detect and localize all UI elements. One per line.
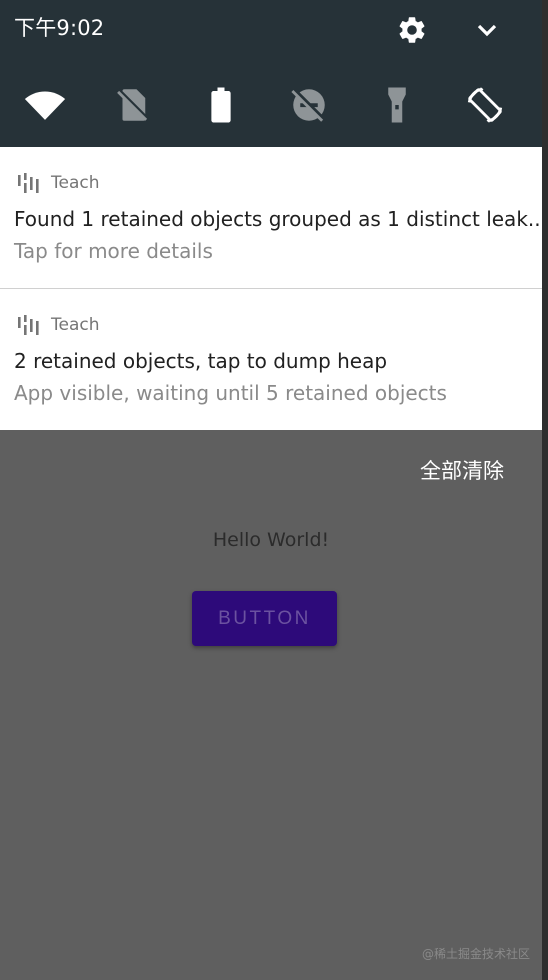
notification-title: 2 retained objects, tap to dump heap: [14, 349, 388, 373]
dnd-off-icon[interactable]: [286, 84, 332, 126]
notification-app-name: Teach: [51, 173, 100, 193]
status-time: 下午9:02: [14, 16, 105, 40]
notification-card[interactable]: Teach Found 1 retained objects grouped a…: [0, 147, 542, 288]
battery-icon[interactable]: [198, 84, 244, 126]
notification-text: App visible, waiting until 5 retained ob…: [14, 381, 447, 405]
hello-text: Hello World!: [212, 529, 330, 551]
auto-rotate-icon[interactable]: [462, 84, 508, 126]
notification-app-row: Teach: [16, 171, 100, 195]
chevron-down-icon[interactable]: [471, 14, 503, 46]
clear-all-button[interactable]: 全部清除: [420, 455, 504, 485]
notification-app-name: Teach: [51, 315, 100, 335]
notification-card[interactable]: Teach 2 retained objects, tap to dump he…: [0, 289, 542, 430]
watermark: @稀土掘金技术社区: [421, 947, 530, 961]
notification-title: Found 1 retained objects grouped as 1 di…: [14, 207, 541, 231]
app-icon: [16, 313, 40, 337]
notification-app-row: Teach: [16, 313, 100, 337]
screen-edge: [542, 0, 548, 980]
app-icon: [16, 171, 40, 195]
flashlight-icon[interactable]: [374, 84, 420, 126]
wifi-icon[interactable]: [22, 84, 68, 126]
notification-text: Tap for more details: [14, 239, 213, 263]
main-button[interactable]: BUTTON: [192, 591, 337, 646]
sim-off-icon[interactable]: [110, 84, 156, 126]
gear-icon[interactable]: [396, 14, 428, 46]
